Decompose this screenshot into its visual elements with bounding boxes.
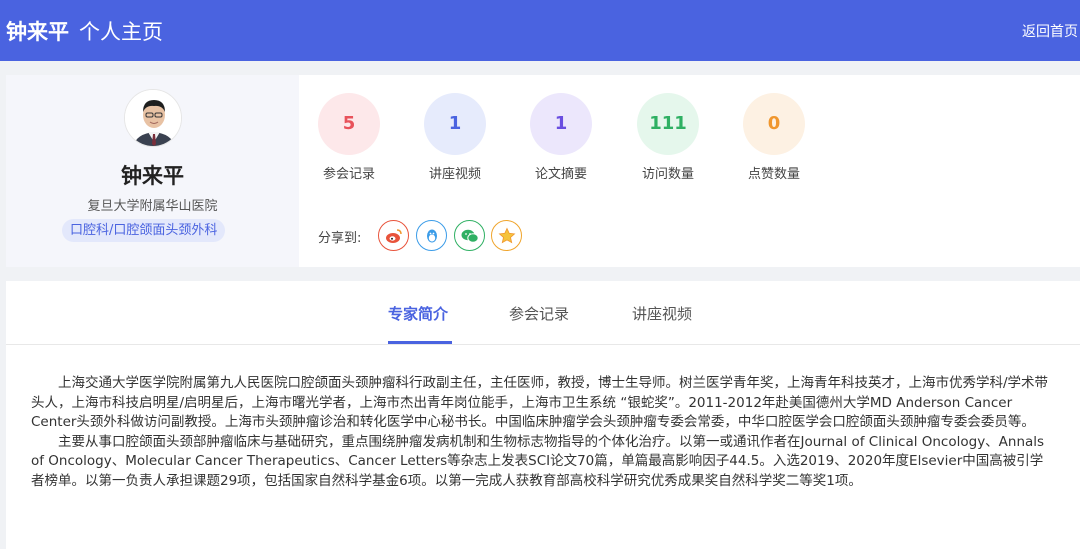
stat-paper-abstracts[interactable]: 1 论文摘要 bbox=[521, 93, 601, 182]
qq-icon bbox=[426, 229, 437, 242]
stat-label: 访问数量 bbox=[641, 167, 694, 182]
stat-label: 点赞数量 bbox=[747, 167, 800, 182]
stat-value: 1 bbox=[424, 93, 486, 155]
stat-visit-count: 111 访问数量 bbox=[628, 93, 708, 182]
star-icon bbox=[498, 227, 515, 243]
top-bar: 钟来平 个人主页 返回首页 bbox=[0, 0, 1080, 61]
share-label: 分享到: bbox=[318, 231, 362, 246]
stat-label: 参会记录 bbox=[322, 167, 375, 182]
active-tab-indicator bbox=[388, 341, 452, 344]
stats-panel: 5 参会记录 1 讲座视频 1 论文摘要 111 访问数量 0 点赞数量 分享到… bbox=[299, 75, 1080, 267]
stat-like-count: 0 点赞数量 bbox=[734, 93, 814, 182]
content-panel: 专家简介 参会记录 讲座视频 上海交通大学医学院附属第九人民医院口腔颌面头颈肿瘤… bbox=[6, 281, 1080, 549]
stat-value: 5 bbox=[318, 93, 380, 155]
stat-lecture-videos[interactable]: 1 讲座视频 bbox=[415, 93, 495, 182]
share-qq-button[interactable] bbox=[416, 220, 447, 251]
share-wechat-button[interactable] bbox=[454, 220, 485, 251]
expert-bio: 上海交通大学医学院附属第九人民医院口腔颌面头颈肿瘤科行政副主任，主任医师，教授，… bbox=[31, 374, 1054, 491]
weibo-icon bbox=[385, 228, 402, 243]
tab-bar: 专家简介 参会记录 讲座视频 bbox=[6, 281, 1080, 345]
profile-card: 钟来平 复旦大学附属华山医院 口腔科/口腔颌面头颈外科 bbox=[6, 75, 299, 267]
department-tag: 口腔科/口腔颌面头颈外科 bbox=[62, 219, 226, 242]
stat-label: 论文摘要 bbox=[534, 167, 587, 182]
stat-meeting-records[interactable]: 5 参会记录 bbox=[309, 93, 389, 182]
stat-value: 1 bbox=[530, 93, 592, 155]
avatar bbox=[124, 89, 182, 147]
wechat-icon bbox=[461, 229, 479, 243]
doctor-name: 钟来平 bbox=[121, 164, 184, 188]
back-home-link[interactable]: 返回首页 bbox=[1022, 21, 1078, 41]
doctor-hospital: 复旦大学附属华山医院 bbox=[87, 199, 218, 214]
tab-lecture-videos[interactable]: 讲座视频 bbox=[632, 303, 692, 324]
bio-paragraph-1: 上海交通大学医学院附属第九人民医院口腔颌面头颈肿瘤科行政副主任，主任医师，教授，… bbox=[31, 375, 1049, 430]
header-doctor-name: 钟来平 bbox=[6, 20, 69, 44]
share-weibo-button[interactable] bbox=[378, 220, 409, 251]
stat-value: 111 bbox=[637, 93, 699, 155]
share-favorite-button[interactable] bbox=[491, 220, 522, 251]
bio-paragraph-2: 主要从事口腔颌面头颈部肿瘤临床与基础研究，重点围绕肿瘤发病机制和生物标志物指导的… bbox=[31, 433, 1045, 489]
header-subtitle: 个人主页 bbox=[79, 20, 163, 44]
stat-value: 0 bbox=[743, 93, 805, 155]
tab-meeting-records[interactable]: 参会记录 bbox=[509, 303, 569, 324]
tab-expert-intro[interactable]: 专家简介 bbox=[388, 303, 448, 324]
stat-label: 讲座视频 bbox=[428, 167, 481, 182]
